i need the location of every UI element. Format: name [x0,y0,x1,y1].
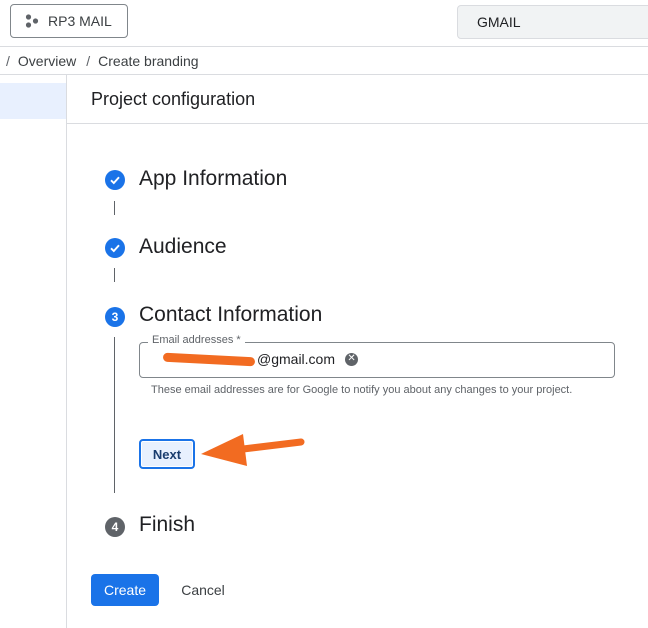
left-nav-divider [66,75,67,628]
project-nodes-icon [25,14,39,28]
email-chip: @gmail.com ✕ [162,351,359,367]
project-name: RP3 MAIL [48,13,112,29]
breadcrumb-separator: / [6,53,10,69]
step-number-badge: 3 [105,307,125,327]
breadcrumb: / Overview / Create branding [6,53,199,69]
step-app-information-title: App Information [139,167,288,190]
step-number-badge: 4 [105,517,125,537]
remove-email-icon[interactable]: ✕ [345,352,359,366]
cancel-button[interactable]: Cancel [168,574,238,606]
email-addresses-field[interactable]: Email addresses * @gmail.com ✕ [139,334,615,378]
panel-divider [67,123,648,124]
step-connector [114,201,115,215]
left-nav-active-item[interactable] [0,83,66,119]
step-contact-information-title: Contact Information [139,303,323,326]
email-help-text: These email addresses are for Google to … [151,384,573,396]
breadcrumb-separator: / [86,53,91,69]
email-chip-text: @gmail.com [257,351,336,367]
step-complete-check-icon [105,170,125,190]
step-complete-check-icon [105,238,125,258]
step-audience-title: Audience [139,235,227,258]
step-connector [114,268,115,282]
next-button[interactable]: Next [139,439,195,469]
header-divider [0,74,648,75]
project-selector-button[interactable]: RP3 MAIL [10,4,128,38]
annotation-arrow-icon [201,434,305,466]
redaction-mark [162,352,256,366]
create-button[interactable]: Create [91,574,159,606]
breadcrumb-create-branding: Create branding [98,53,199,69]
breadcrumb-overview[interactable]: Overview [18,53,76,69]
step-finish-title: Finish [139,513,196,536]
step-connector [114,337,115,493]
search-input[interactable]: GMAIL [457,5,648,39]
email-field-label: Email addresses * [148,334,245,346]
top-bar: RP3 MAIL GMAIL [0,0,648,47]
panel-title: Project configuration [91,89,256,109]
